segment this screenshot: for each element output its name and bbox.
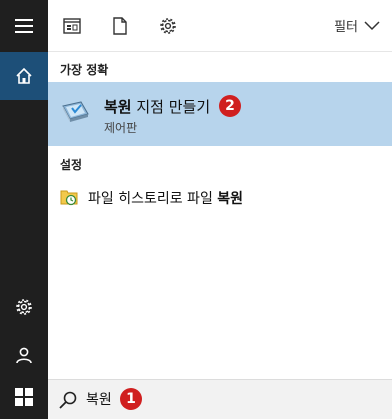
gear-icon — [16, 299, 32, 315]
left-rail — [0, 0, 48, 419]
settings-result-label-bold: 복원 — [217, 191, 244, 207]
best-match-title-bold: 복원 — [104, 98, 132, 116]
home-button[interactable] — [0, 52, 48, 100]
settings-result-label: 파일 히스토리로 파일 복원 — [88, 188, 243, 208]
search-query-text: 복원 — [86, 392, 112, 408]
account-button[interactable] — [0, 331, 48, 379]
document-icon — [113, 17, 127, 35]
search-box[interactable]: 복원 1 — [48, 379, 392, 419]
user-icon — [16, 347, 32, 364]
filter-dropdown[interactable]: 필터 — [334, 16, 380, 35]
chevron-down-icon — [364, 20, 380, 30]
search-filter-toolbar: 필터 — [48, 0, 392, 52]
file-history-icon — [60, 190, 78, 206]
app-window-icon — [63, 18, 81, 34]
settings-result-label-prefix: 파일 히스토리로 파일 — [88, 191, 218, 207]
search-icon — [59, 391, 77, 409]
windows-logo-icon — [15, 388, 33, 406]
best-match-result[interactable]: 복원 지점 만들기 2 제어판 — [48, 82, 392, 146]
gear-icon — [160, 18, 176, 34]
best-match-title: 복원 지점 만들기 2 — [104, 95, 241, 117]
settings-filter-button[interactable] — [156, 14, 180, 38]
home-icon — [16, 67, 32, 84]
documents-filter-button[interactable] — [108, 14, 132, 38]
settings-heading: 설정 — [60, 158, 83, 172]
start-button[interactable] — [0, 375, 48, 419]
settings-result-item[interactable]: 파일 히스토리로 파일 복원 — [48, 182, 392, 214]
settings-button[interactable] — [0, 283, 48, 331]
system-restore-icon — [62, 101, 89, 122]
annotation-badge-1: 1 — [120, 388, 142, 410]
best-match-title-rest: 지점 만들기 — [131, 98, 211, 116]
hamburger-icon — [15, 19, 33, 33]
hamburger-menu-button[interactable] — [0, 0, 48, 52]
best-match-subtitle: 제어판 — [104, 121, 138, 135]
apps-filter-button[interactable] — [60, 14, 84, 38]
annotation-badge-2: 2 — [218, 95, 241, 117]
filter-label: 필터 — [334, 20, 358, 35]
best-match-heading: 가장 정확 — [60, 63, 109, 77]
